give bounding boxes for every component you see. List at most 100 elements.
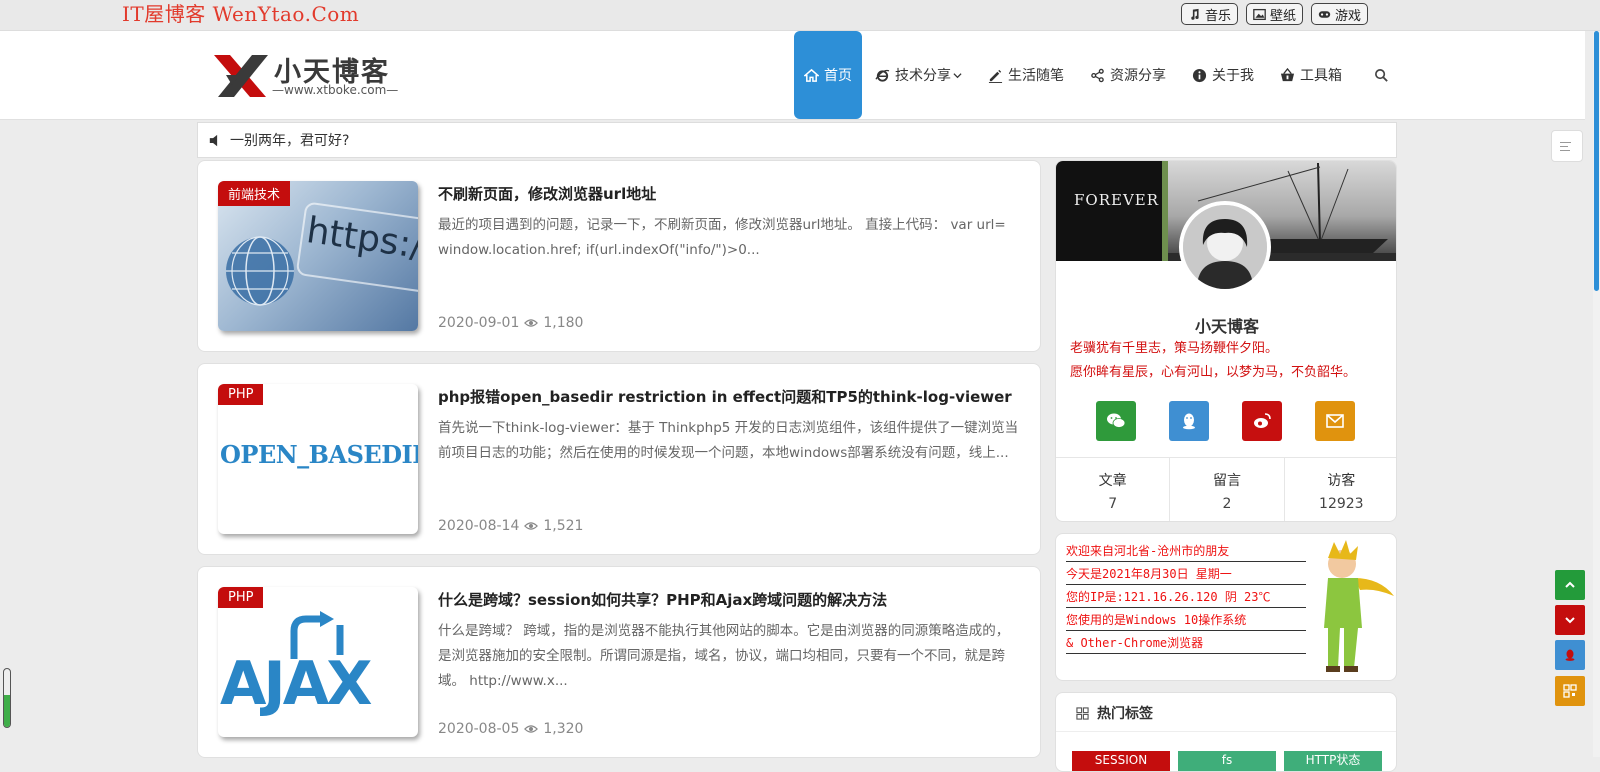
thumb-ajax-text: AJAX (220, 649, 372, 719)
email-button[interactable] (1315, 401, 1355, 441)
top-quick-links: 音乐 壁纸 游戏 (1180, 3, 1368, 25)
greeting-line: 您使用的是Windows 10操作系统 (1066, 611, 1306, 631)
home-icon (804, 68, 819, 82)
profile-name: 小天博客 (1194, 317, 1259, 336)
stat-label: 文章 (1098, 473, 1127, 489)
greeting-line: 您的IP是:121.16.26.120 阴 23℃ (1066, 588, 1306, 608)
nav-toolbox[interactable]: 工具箱 (1267, 31, 1355, 119)
profile-motto-1: 老骥犹有千里志，策马扬鞭伴夕阳。 (1070, 341, 1279, 356)
post-views: 1,320 (543, 721, 584, 737)
scroll-up-button[interactable] (1555, 570, 1585, 600)
wallpaper-button[interactable]: 壁纸 (1245, 3, 1303, 25)
stat-value: 7 (1108, 496, 1118, 512)
site-header: 小天博客 —www.xtboke.com— 首页 技术分享 生活随笔 资源分享 … (0, 31, 1585, 120)
gamepad-icon (1318, 10, 1331, 18)
nav-search-button[interactable] (1361, 31, 1402, 119)
post-card[interactable]: PHP OPEN_BASEDIR php报错open_basedir restr… (197, 363, 1041, 555)
stat-comments[interactable]: 留言 2 (1170, 458, 1285, 521)
post-thumbnail[interactable]: PHP AJAX (218, 587, 418, 737)
qq-float-button[interactable] (1555, 640, 1585, 670)
nav-tech[interactable]: 技术分享 (862, 31, 975, 119)
post-meta: 2020-08-14 1,521 (438, 518, 583, 534)
game-label: 游戏 (1334, 8, 1361, 24)
stat-value: 12923 (1319, 496, 1364, 512)
tag-item[interactable]: HTTP状态 (1284, 751, 1382, 771)
scroll-down-button[interactable] (1555, 605, 1585, 635)
stat-label: 访客 (1327, 473, 1356, 489)
speaker-icon (209, 134, 218, 146)
nav-life-label: 生活随笔 (1008, 68, 1064, 84)
banner-text: FOREVER (1074, 191, 1160, 209)
greeting-line: & Other-Chrome浏览器 (1066, 634, 1306, 654)
nav-home-label: 首页 (824, 68, 852, 84)
post-meta: 2020-08-05 1,320 (438, 721, 583, 737)
post-title[interactable]: 什么是跨域？session如何共享？PHP和Ajax跨域问题的解决方法 (438, 589, 887, 610)
post-views: 1,180 (543, 315, 584, 331)
top-brand[interactable]: IT屋博客 WenYtao.Com (122, 0, 359, 27)
notice-bar: 一别两年，君可好? (197, 122, 1397, 158)
hot-tags-card: 热门标签 SESSION fs HTTP状态 (1055, 692, 1397, 772)
post-thumbnail[interactable]: 前端技术 https://ww (218, 181, 418, 331)
post-category[interactable]: PHP (218, 384, 264, 405)
globe-icon (226, 236, 294, 306)
post-card[interactable]: 前端技术 https://ww 不刷新页面，修改浏览器url地址 最近的项目遇到… (197, 160, 1041, 352)
qrcode-float-button[interactable] (1555, 676, 1585, 706)
share-icon (1091, 68, 1104, 82)
post-excerpt: 最近的项目遇到的问题，记录一下，不刷新页面，修改浏览器url地址。 直接上代码：… (438, 217, 1006, 258)
post-card[interactable]: PHP AJAX 什么是跨域？session如何共享？PHP和Ajax跨域问题的… (197, 566, 1041, 758)
wechat-icon (1107, 413, 1126, 428)
page-scrollbar-thumb[interactable] (1594, 31, 1599, 291)
post-category[interactable]: PHP (218, 587, 264, 608)
music-label: 音乐 (1204, 8, 1231, 24)
profile-card: FOREVER 小天博客 老骥犹有千里志，策马扬鞭伴夕阳。 愿你眸有星辰，心有河… (1055, 160, 1397, 522)
site-logo[interactable]: 小天博客 —www.xtboke.com— (212, 49, 402, 103)
qq-icon (1565, 649, 1575, 661)
post-views: 1,521 (543, 518, 584, 534)
nav-resource-label: 资源分享 (1110, 68, 1166, 84)
ie-icon (875, 69, 890, 82)
logo-x-icon (214, 55, 268, 97)
music-button[interactable]: 音乐 (1180, 3, 1238, 25)
nav-about[interactable]: 关于我 (1179, 31, 1267, 119)
notice-text: 一别两年，君可好? (230, 133, 350, 149)
top-bar: IT屋博客 WenYtao.Com 音乐 壁纸 游戏 (0, 0, 1600, 31)
post-excerpt: 首先说一下think-log-viewer：基于 Thinkphp5 开发的日志… (438, 420, 1019, 461)
hot-tags-header: 热门标签 (1076, 703, 1153, 723)
tag-item[interactable]: fs (1178, 751, 1276, 771)
search-icon (1375, 68, 1388, 82)
nav-life[interactable]: 生活随笔 (975, 31, 1077, 119)
post-title[interactable]: 不刷新页面，修改浏览器url地址 (438, 183, 656, 204)
nav-about-label: 关于我 (1212, 68, 1254, 84)
tag-item[interactable]: SESSION (1072, 751, 1170, 771)
nav-resource[interactable]: 资源分享 (1077, 31, 1179, 119)
stat-label: 留言 (1212, 473, 1241, 489)
volume-slider[interactable] (3, 668, 11, 728)
side-menu-toggle[interactable] (1551, 130, 1583, 162)
stat-value: 2 (1222, 496, 1232, 512)
nav-toolbox-label: 工具箱 (1300, 68, 1342, 84)
social-links (1096, 401, 1355, 441)
stat-articles[interactable]: 文章 7 (1056, 458, 1171, 521)
chevron-up-icon (1565, 581, 1575, 588)
weibo-button[interactable] (1242, 401, 1282, 441)
post-meta: 2020-09-01 1,180 (438, 315, 583, 331)
wechat-button[interactable] (1096, 401, 1136, 441)
little-prince-image (1324, 540, 1394, 672)
game-button[interactable]: 游戏 (1310, 3, 1368, 25)
post-title[interactable]: php报错open_basedir restriction in effect问… (438, 386, 1012, 407)
qq-icon (1183, 413, 1195, 430)
nav-home[interactable]: 首页 (794, 31, 862, 119)
post-excerpt: 什么是跨域？ 跨域，指的是浏览器不能执行其他网站的脚本。它是由浏览器的同源策略造… (438, 623, 1010, 689)
avatar[interactable] (1179, 201, 1271, 293)
email-icon (1326, 414, 1344, 428)
greeting-line: 欢迎来自河北省-沧州市的朋友 (1066, 542, 1306, 562)
eye-icon (524, 522, 539, 530)
qq-button[interactable] (1169, 401, 1209, 441)
chevron-down-icon (1565, 617, 1575, 624)
post-category[interactable]: 前端技术 (218, 181, 291, 206)
eye-icon (524, 725, 539, 733)
profile-stats: 文章 7 留言 2 访客 12923 (1056, 457, 1396, 521)
nav-tech-label: 技术分享 (895, 68, 951, 84)
stat-visitors[interactable]: 访客 12923 (1285, 458, 1396, 521)
post-thumbnail[interactable]: PHP OPEN_BASEDIR (218, 384, 418, 534)
